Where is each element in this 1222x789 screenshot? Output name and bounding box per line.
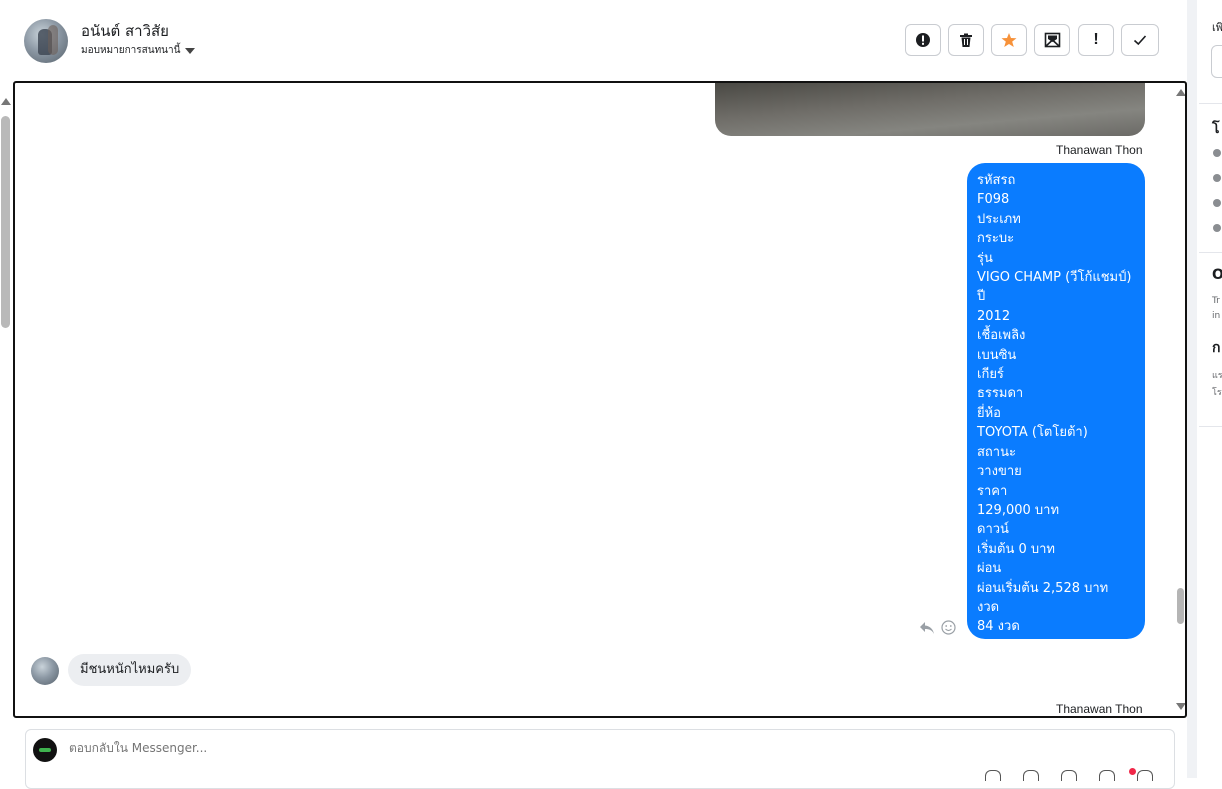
message-line: ปี [977, 289, 986, 305]
trash-icon [960, 33, 972, 47]
panel-divider [1187, 0, 1197, 778]
message-line: TOYOTA (โตโยต้า) [977, 425, 1088, 441]
message-line: เชื้อเพลิง [977, 328, 1026, 344]
message-line: F098 [977, 192, 1010, 208]
reply-icon[interactable] [919, 621, 935, 635]
section-heading: ก [1212, 340, 1221, 356]
section-text: แร [1212, 371, 1222, 381]
message-line: 84 งวด [977, 619, 1020, 635]
follow-up-button[interactable]: ! [1078, 24, 1114, 56]
star-button[interactable] [991, 24, 1027, 56]
incoming-sender-avatar[interactable] [31, 657, 59, 685]
conversation-scrollbar-thumb[interactable] [1177, 588, 1184, 624]
divider [1199, 252, 1222, 253]
image-attachment[interactable] [715, 83, 1145, 136]
contact-name[interactable]: อนันต์ สาวิสัย [81, 19, 169, 43]
scroll-up-arrow-icon[interactable] [1176, 89, 1185, 96]
sender-name: Thanawan Thon [1056, 143, 1143, 157]
spam-button[interactable] [905, 24, 941, 56]
image-icon[interactable] [1061, 770, 1077, 781]
mark-unread-button[interactable] [1034, 24, 1070, 56]
message-line: เกียร์ [977, 367, 1004, 383]
message-line: 2012 [977, 308, 1011, 324]
incoming-message-bubble[interactable]: มีชนหนักไหมครับ [68, 654, 192, 686]
section-text: โร [1212, 388, 1222, 398]
message-line: ยี่ห้อ [977, 405, 1001, 421]
page-scroll-up-arrow[interactable] [1, 98, 11, 105]
delete-button[interactable] [948, 24, 984, 56]
message-line: วางขาย [977, 464, 1022, 480]
divider [1199, 103, 1222, 104]
emoji-icon[interactable] [1099, 770, 1115, 781]
message-line: ธรรมดา [977, 386, 1024, 402]
reply-input[interactable] [69, 741, 769, 755]
message-line: ประเภท [977, 211, 1021, 227]
notification-dot [1129, 768, 1136, 775]
message-line: เริ่มต้น 0 บาท [977, 541, 1055, 557]
caret-down-icon [185, 47, 196, 54]
outgoing-message-bubble[interactable]: รหัสรถ F098 ประเภทกระบะรุ่น VIGO CHAMP (วีโ… [967, 163, 1145, 639]
more-tools-icon[interactable] [1137, 770, 1153, 781]
conversation-panel: Thanawan Thon รหัสรถ F098 ประเภทกระบะรุ่น V… [13, 81, 1187, 718]
saved-reply-icon[interactable] [1023, 770, 1039, 781]
section-heading: O [1212, 267, 1222, 283]
contact-avatar[interactable] [24, 19, 68, 63]
message-line: ผ่อน [977, 561, 1002, 577]
divider [1199, 426, 1222, 427]
message-line: เบนซิน [977, 347, 1017, 363]
message-line: งวด [977, 599, 1000, 615]
message-line: ราคา [977, 483, 1008, 499]
message-line: VIGO CHAMP (วีโก้แชมป์) [977, 270, 1132, 286]
assign-label: มอบหมายการสนทนานี้ [81, 45, 181, 56]
right-panel-input[interactable] [1211, 45, 1222, 78]
scroll-down-arrow-icon[interactable] [1176, 703, 1185, 710]
check-icon [1133, 35, 1147, 46]
star-icon [1001, 33, 1017, 47]
page-scrollbar-thumb[interactable] [1, 116, 10, 328]
message-line: 129,000 บาท [977, 502, 1060, 518]
message-line: รหัสรถ [977, 173, 1016, 188]
location-pin-icon [1213, 224, 1221, 232]
done-button[interactable] [1121, 24, 1159, 56]
sender-name-bottom: Thanawan Thon [1056, 702, 1143, 716]
exclamation-icon: ! [1093, 31, 1099, 48]
section-text: in [1212, 311, 1221, 321]
right-panel-label: เพิ [1212, 21, 1222, 34]
briefcase-icon [1213, 174, 1221, 182]
section-text: Tr [1212, 296, 1220, 306]
message-line: สถานะ [977, 444, 1016, 460]
clock-icon [1213, 149, 1221, 157]
message-actions [919, 620, 956, 635]
message-line: ผ่อนเริ่มต้น 2,528 บาท [977, 580, 1109, 596]
message-line: รุ่น [977, 250, 993, 266]
attachment-icon[interactable] [985, 770, 1001, 781]
mail-icon [1044, 32, 1060, 48]
message-line: ดาวน์ [977, 522, 1009, 538]
alert-circle-icon [916, 33, 930, 47]
location-pin-icon [1213, 199, 1221, 207]
page-avatar [33, 738, 57, 762]
assign-conversation-dropdown[interactable]: มอบหมายการสนทนานี้ [81, 43, 196, 58]
section-heading: โ [1212, 121, 1220, 137]
message-line: กระบะ [977, 231, 1015, 247]
emoji-reaction-icon[interactable] [941, 620, 956, 635]
composer-toolbar [985, 770, 1153, 781]
